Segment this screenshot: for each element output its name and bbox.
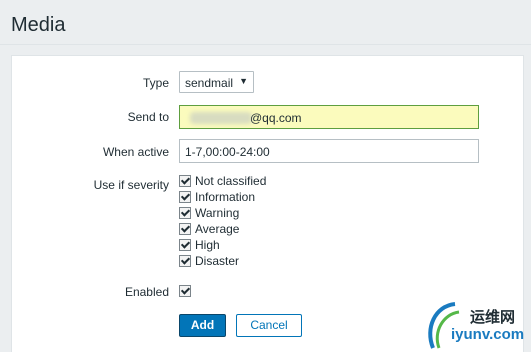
- send-to-label: Send to: [127, 110, 169, 124]
- checkbox-checked-icon[interactable]: [179, 238, 191, 251]
- watermark-text-url: iyunv.com: [451, 326, 525, 343]
- enabled-label: Enabled: [124, 285, 169, 299]
- when-active-value: 1-7,00:00-24:00: [185, 145, 270, 159]
- page-title: Media: [11, 14, 66, 36]
- severity-not-classified[interactable]: Not classified: [179, 174, 266, 190]
- send-to-input[interactable]: @qq.com: [179, 105, 479, 129]
- watermark-logo: 运维网 iyunv.com: [425, 298, 529, 351]
- severity-warning[interactable]: Warning: [179, 206, 239, 222]
- when-active-label: When active: [102, 145, 169, 159]
- add-button[interactable]: Add: [179, 314, 226, 337]
- severity-option-label: High: [195, 238, 220, 252]
- checkbox-checked-icon[interactable]: [179, 190, 191, 203]
- severity-option-label: Information: [195, 190, 256, 204]
- checkbox-checked-icon[interactable]: [179, 222, 191, 235]
- type-label: Type: [142, 76, 169, 90]
- send-to-value: @qq.com: [250, 111, 302, 125]
- severity-option-label: Disaster: [195, 254, 240, 268]
- severity-high[interactable]: High: [179, 238, 220, 254]
- watermark-text-cn: 运维网: [470, 309, 516, 326]
- severity-option-label: Not classified: [195, 174, 267, 188]
- checkbox-checked-icon[interactable]: [179, 206, 191, 219]
- redacted-blur: [190, 112, 252, 124]
- severity-label: Use if severity: [93, 178, 169, 192]
- checkbox-checked-icon[interactable]: [179, 284, 191, 297]
- severity-option-label: Warning: [195, 206, 240, 220]
- when-active-input[interactable]: 1-7,00:00-24:00: [179, 139, 479, 163]
- checkbox-checked-icon[interactable]: [179, 254, 191, 267]
- type-select-value: sendmail: [185, 76, 234, 90]
- severity-information[interactable]: Information: [179, 190, 255, 206]
- type-select[interactable]: sendmail ▼: [179, 71, 254, 93]
- title-divider: [0, 44, 531, 45]
- severity-option-label: Average: [195, 222, 240, 236]
- severity-average[interactable]: Average: [179, 222, 239, 238]
- severity-disaster[interactable]: Disaster: [179, 254, 239, 270]
- chevron-down-icon: ▼: [239, 76, 248, 86]
- enabled-checkbox[interactable]: [179, 284, 195, 300]
- cancel-button[interactable]: Cancel: [236, 314, 302, 337]
- checkbox-checked-icon[interactable]: [179, 174, 191, 187]
